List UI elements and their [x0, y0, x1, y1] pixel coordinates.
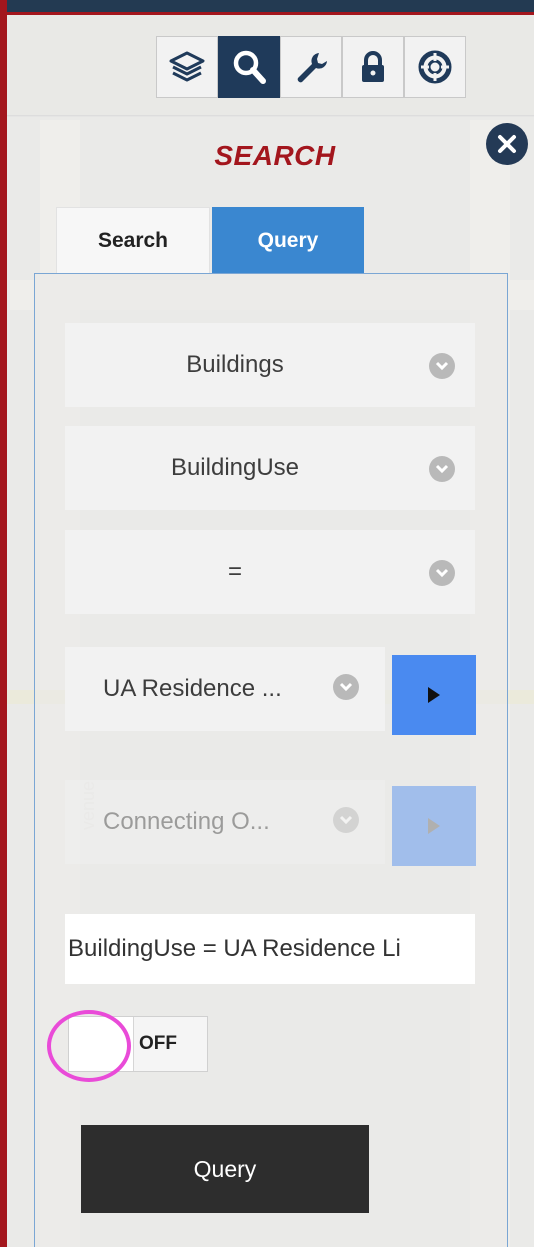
lock-button[interactable]	[342, 36, 404, 98]
tab-query[interactable]: Query	[212, 207, 364, 274]
value-select[interactable]: UA Residence ...	[65, 647, 385, 731]
play-icon	[428, 687, 440, 703]
operator-select[interactable]: =	[65, 530, 475, 614]
search-tool-button[interactable]	[218, 36, 280, 98]
add-connector-button[interactable]	[392, 786, 476, 866]
query-expression-field[interactable]: BuildingUse = UA Residence Li	[65, 914, 475, 984]
wrench-icon	[297, 53, 327, 83]
query-form	[34, 273, 508, 1247]
add-condition-button[interactable]	[392, 655, 476, 735]
chevron-down-icon	[333, 674, 359, 700]
tools-button[interactable]	[280, 36, 342, 98]
connector-select[interactable]: Connecting O...	[65, 780, 385, 864]
layer-select[interactable]: Buildings	[65, 323, 475, 407]
close-panel-button[interactable]	[486, 123, 528, 165]
toolbar	[156, 36, 466, 98]
close-icon	[498, 135, 516, 153]
help-button[interactable]	[404, 36, 466, 98]
lifebuoy-icon	[418, 50, 452, 84]
panel-title: SEARCH	[214, 140, 336, 171]
tab-search[interactable]: Search	[56, 207, 210, 274]
field-select[interactable]: BuildingUse	[65, 426, 475, 510]
frame-accent-left	[0, 0, 7, 1247]
toggle-state-label: OFF	[139, 1033, 177, 1054]
lock-icon	[362, 51, 384, 82]
connector-select-value: Connecting O...	[103, 808, 270, 835]
value-select-value: UA Residence ...	[103, 675, 282, 702]
layers-button[interactable]	[156, 36, 218, 98]
chevron-down-icon	[429, 456, 455, 482]
play-icon	[428, 818, 440, 834]
operator-select-value: =	[227, 558, 242, 585]
chevron-down-icon	[429, 560, 455, 586]
search-tabs: Search Query	[56, 207, 364, 274]
search-icon	[233, 50, 266, 84]
chevron-down-icon	[429, 353, 455, 379]
field-select-value: BuildingUse	[170, 454, 300, 481]
app-header-bar	[0, 0, 534, 12]
frame-accent-top	[0, 12, 534, 15]
layers-icon	[169, 51, 205, 82]
click-highlight-ring	[47, 1010, 131, 1082]
layer-select-value: Buildings	[186, 351, 284, 378]
chevron-down-icon	[333, 807, 359, 833]
run-query-button[interactable]: Query	[81, 1125, 369, 1213]
